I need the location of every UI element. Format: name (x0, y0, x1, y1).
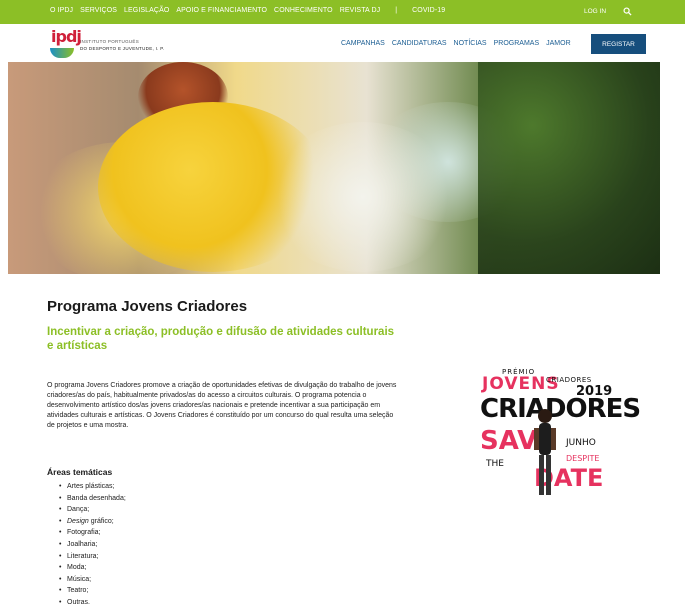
topnav-item-servicos[interactable]: SERVIÇOS (80, 7, 117, 14)
area-label: Artes plásticas; (67, 483, 115, 490)
logo-mark-text: ipdj (51, 27, 82, 46)
list-item: Literatura; (59, 551, 126, 563)
topnav-item-covid[interactable]: COVID-19 (412, 7, 445, 14)
topnav-item-legislacao[interactable]: LEGISLAÇÃO (124, 7, 169, 14)
list-item: Fotografia; (59, 527, 126, 539)
poster-criadores-small: CRIADORES (546, 376, 592, 384)
area-label: Joalharia; (67, 540, 98, 548)
topnav-separator: | (395, 7, 398, 14)
logo-line-2: DO DESPORTO E JUVENTUDE, I. P. (80, 46, 165, 51)
top-nav: O IPDJ SERVIÇOS LEGISLAÇÃO APOIO E FINAN… (50, 7, 445, 14)
area-label: Banda desenhada; (67, 494, 126, 502)
area-label: Fotografia; (67, 529, 101, 537)
area-label: Música; (67, 575, 92, 583)
register-button[interactable]: REGISTAR (591, 34, 646, 54)
areas-list: Artes plásticas; Banda desenhada; Dança;… (59, 481, 126, 609)
intro-paragraph: O programa Jovens Criadores promove a cr… (47, 382, 397, 429)
poster-criadores-big: CRIADORES (480, 394, 641, 424)
topnav-item-apoio[interactable]: APOIO E FINANCIAMENTO (176, 7, 267, 14)
site-header: ipdj INSTITUTO PORTUGUÊS DO DESPORTO E J… (0, 24, 685, 62)
nav-programas[interactable]: PROGRAMAS (494, 40, 540, 47)
top-utility-bar: O IPDJ SERVIÇOS LEGISLAÇÃO APOIO E FINAN… (0, 0, 685, 24)
list-item: Dança; (59, 504, 126, 516)
nav-jamor[interactable]: JAMOR (546, 40, 571, 47)
area-label: Teatro; (67, 587, 89, 595)
ipdj-logo[interactable]: ipdj INSTITUTO PORTUGUÊS DO DESPORTO E J… (50, 27, 165, 58)
list-item: Joalharia; (59, 539, 126, 551)
list-item: Outras. (59, 597, 126, 609)
hero-foliage (478, 62, 660, 274)
search-icon[interactable] (623, 7, 632, 16)
login-link[interactable]: LOG IN (584, 8, 606, 15)
area-label: Literatura; (67, 552, 99, 560)
poster-figure-icon (534, 409, 556, 495)
areas-heading: Áreas temáticas (47, 467, 113, 477)
logo-wave-icon (50, 48, 74, 58)
jovens-criadores-poster: PRÉMIO JOVENS CRIADORES 2019 CRIADORES S… (480, 366, 641, 506)
list-item: Teatro; (59, 585, 126, 597)
list-item: Moda; (59, 562, 126, 574)
list-item: Design gráfico; (59, 516, 126, 528)
topnav-item-conhecimento[interactable]: CONHECIMENTO (274, 7, 333, 14)
nav-campanhas[interactable]: CAMPANHAS (341, 40, 385, 47)
page-title: Programa Jovens Criadores (47, 298, 248, 315)
poster-the: THE (486, 459, 504, 469)
main-nav: CAMPANHAS CANDIDATURAS NOTÍCIAS PROGRAMA… (341, 40, 571, 47)
list-item: Banda desenhada; (59, 493, 126, 505)
area-label: Dança; (67, 506, 90, 514)
topnav-item-revista[interactable]: REVISTA DJ (340, 7, 381, 14)
hero-image (8, 62, 660, 274)
nav-candidaturas[interactable]: CANDIDATURAS (392, 40, 447, 47)
hero-smoke-white (268, 122, 458, 272)
logo-line-1: INSTITUTO PORTUGUÊS (80, 39, 140, 44)
poster-despite: DESPITE (566, 454, 600, 463)
nav-noticias[interactable]: NOTÍCIAS (454, 40, 487, 47)
area-label-italic: Design (67, 517, 89, 525)
area-label: Moda; (67, 564, 87, 572)
area-label-rest: gráfico; (88, 517, 114, 525)
page-subtitle: Incentivar a criação, produção e difusão… (47, 326, 395, 352)
list-item: Artes plásticas; (59, 481, 126, 493)
list-item: Música; (59, 574, 126, 586)
area-label: Outras. (67, 598, 90, 606)
topnav-item-o-ipdj[interactable]: O IPDJ (50, 7, 73, 14)
logo-mark: ipdj (50, 27, 82, 58)
logo-text: INSTITUTO PORTUGUÊS DO DESPORTO E JUVENT… (80, 38, 165, 52)
poster-junho: JUNHO (566, 438, 596, 448)
